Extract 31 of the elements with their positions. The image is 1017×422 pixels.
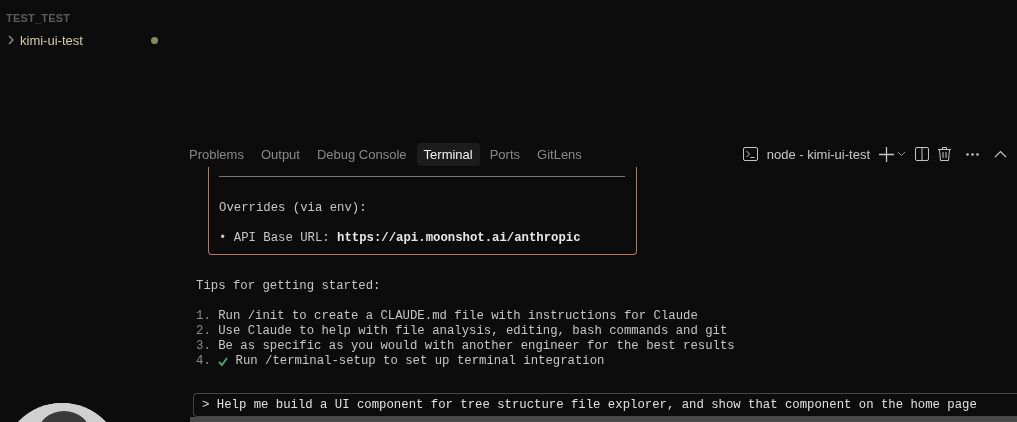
folder-label[interactable]: kimi-ui-test (20, 32, 151, 48)
panel-tab[interactable]: Output (253, 142, 307, 166)
tip-text: Use Claude to help with file analysis, editing, bash commands and git (218, 324, 728, 339)
chevron-up-icon[interactable] (994, 150, 1007, 158)
tip-text: Run /init to create a CLAUDE.md file with instructions for Claude (218, 309, 698, 324)
terminal-icon (742, 147, 758, 161)
prompt-symbol: > (202, 397, 210, 413)
prompt-field[interactable]: > Help me build a UI component for tree structure file explorer, and show that component on the home page (193, 393, 1017, 417)
list-number: 1. (196, 309, 212, 324)
section-title: TEST_TEST (6, 12, 71, 24)
terminal-name[interactable]: node - kimi-ui-test (766, 146, 870, 162)
panel-tab[interactable]: GitLens (530, 142, 589, 166)
panel-tab[interactable]: Problems (182, 142, 251, 166)
tip-text: Be as specific as you would with another engineer for the best results (218, 339, 735, 354)
info-line: • API Base URL: https://api.moonshot.ai/anthropic (219, 231, 582, 246)
panel-tab[interactable]: Ports (482, 142, 528, 166)
split-icon[interactable] (915, 147, 929, 161)
scrollbar[interactable] (190, 417, 1017, 422)
chevron-right-icon[interactable] (6, 35, 16, 45)
tip-text: Run /terminal-setup to set up terminal integration (235, 354, 605, 369)
list-number: 2. (196, 324, 212, 339)
plus-icon[interactable] (879, 146, 894, 162)
chevron-down-icon[interactable] (897, 151, 906, 157)
more-icon[interactable] (966, 152, 979, 156)
tips-title: Tips for getting started: (196, 279, 382, 294)
info-line: Overrides (via env): (219, 201, 368, 216)
list-number: 3. (196, 339, 212, 354)
panel-tab[interactable]: Terminal (416, 142, 480, 166)
panel-tab[interactable]: Debug Console (309, 142, 414, 166)
trash-icon[interactable] (938, 147, 951, 161)
list-number: 4. (196, 354, 212, 369)
